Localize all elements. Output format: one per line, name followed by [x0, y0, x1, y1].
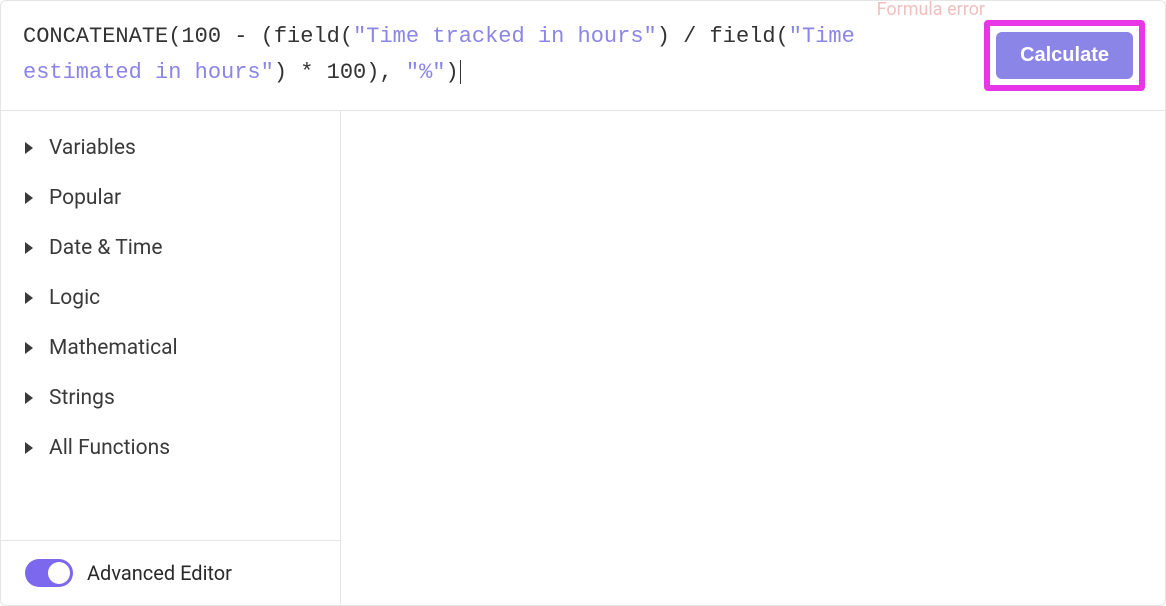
formula-token-fn: CONCATENATE	[23, 24, 168, 49]
category-label: Date & Time	[49, 236, 162, 260]
calculate-highlight: Calculate	[984, 20, 1145, 91]
chevron-right-icon	[25, 242, 33, 254]
category-item[interactable]: All Functions	[1, 423, 340, 473]
category-label: Variables	[49, 136, 136, 160]
chevron-right-icon	[25, 292, 33, 304]
chevron-right-icon	[25, 192, 33, 204]
formula-token-plain: ) /	[657, 24, 710, 49]
category-item[interactable]: Popular	[1, 173, 340, 223]
formula-error-hint: Formula error	[877, 0, 985, 20]
chevron-right-icon	[25, 142, 33, 154]
category-item[interactable]: Variables	[1, 123, 340, 173]
body-area: Variables Popular Date & Time Logic Mathemat…	[1, 111, 1165, 605]
chevron-right-icon	[25, 392, 33, 404]
formula-editor: Formula error CONCATENATE(100 - (field("…	[0, 0, 1166, 606]
formula-token-fn: field	[710, 24, 776, 49]
formula-input[interactable]: CONCATENATE(100 - (field("Time tracked i…	[23, 19, 968, 92]
category-list: Variables Popular Date & Time Logic Mathemat…	[1, 111, 340, 540]
chevron-right-icon	[25, 442, 33, 454]
formula-token-plain: (	[776, 24, 789, 49]
formula-token-str: "%"	[406, 60, 446, 85]
calculate-button[interactable]: Calculate	[996, 32, 1133, 79]
category-item[interactable]: Mathematical	[1, 323, 340, 373]
category-label: All Functions	[49, 436, 170, 460]
toggle-knob	[48, 562, 70, 584]
advanced-editor-label: Advanced Editor	[87, 561, 232, 585]
formula-token-fn: field	[274, 24, 340, 49]
category-item[interactable]: Date & Time	[1, 223, 340, 273]
category-label: Popular	[49, 186, 121, 210]
chevron-right-icon	[25, 342, 33, 354]
formula-token-plain: ) * 100),	[274, 60, 406, 85]
category-label: Strings	[49, 386, 115, 410]
category-item[interactable]: Logic	[1, 273, 340, 323]
formula-token-plain: )	[445, 60, 458, 85]
category-item[interactable]: Strings	[1, 373, 340, 423]
formula-bar: Formula error CONCATENATE(100 - (field("…	[1, 1, 1165, 111]
text-cursor	[460, 60, 461, 84]
sidebar-footer: Advanced Editor	[1, 540, 340, 605]
sidebar: Variables Popular Date & Time Logic Mathemat…	[1, 111, 341, 605]
formula-token-plain: (100 - (	[168, 24, 274, 49]
advanced-editor-toggle[interactable]	[25, 559, 73, 587]
main-panel	[341, 111, 1165, 605]
formula-token-plain: (	[340, 24, 353, 49]
formula-token-str: "Time tracked in hours"	[353, 24, 657, 49]
category-label: Mathematical	[49, 336, 178, 360]
category-label: Logic	[49, 286, 100, 310]
